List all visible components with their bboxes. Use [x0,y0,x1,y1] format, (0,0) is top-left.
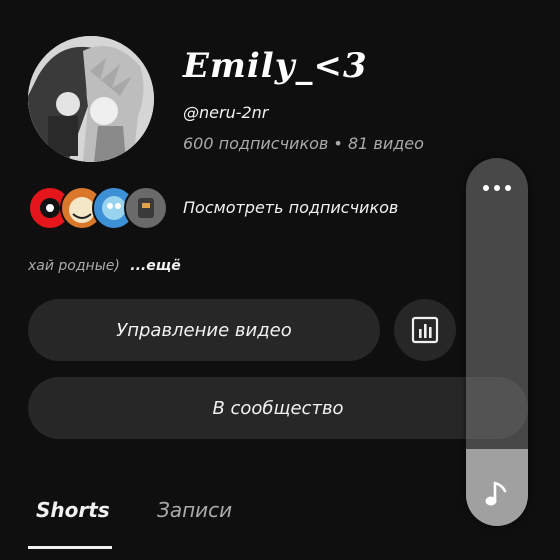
music-note-icon[interactable] [466,474,528,514]
tab-shorts[interactable]: Shorts [36,498,110,522]
manage-videos-label: Управление видео [116,319,292,341]
bar-chart-icon [411,316,439,344]
channel-stats: 600 подписчиков • 81 видео [183,134,424,153]
channel-handle: @neru-2nr [183,103,269,122]
analytics-button[interactable] [394,299,456,361]
channel-avatar[interactable] [28,36,154,162]
view-subscribers-link[interactable]: Посмотреть подписчиков [183,198,398,217]
tab-posts[interactable]: Записи [157,498,232,522]
channel-description[interactable]: хай родные) ...ещё [28,258,181,274]
channel-name: Emily_<3 [183,46,368,86]
community-label: В сообщество [212,397,344,419]
subscriber-avatar-4 [124,186,168,230]
manage-videos-button[interactable]: Управление видео [28,299,380,361]
description-text: хай родные) [28,258,120,274]
community-button[interactable]: В сообщество [28,377,528,439]
more-horizontal-icon[interactable] [466,178,528,198]
floating-control-panel[interactable] [466,158,528,526]
active-tab-indicator [28,546,112,549]
avatar-image [28,36,154,162]
description-more-link[interactable]: ...ещё [130,258,180,274]
